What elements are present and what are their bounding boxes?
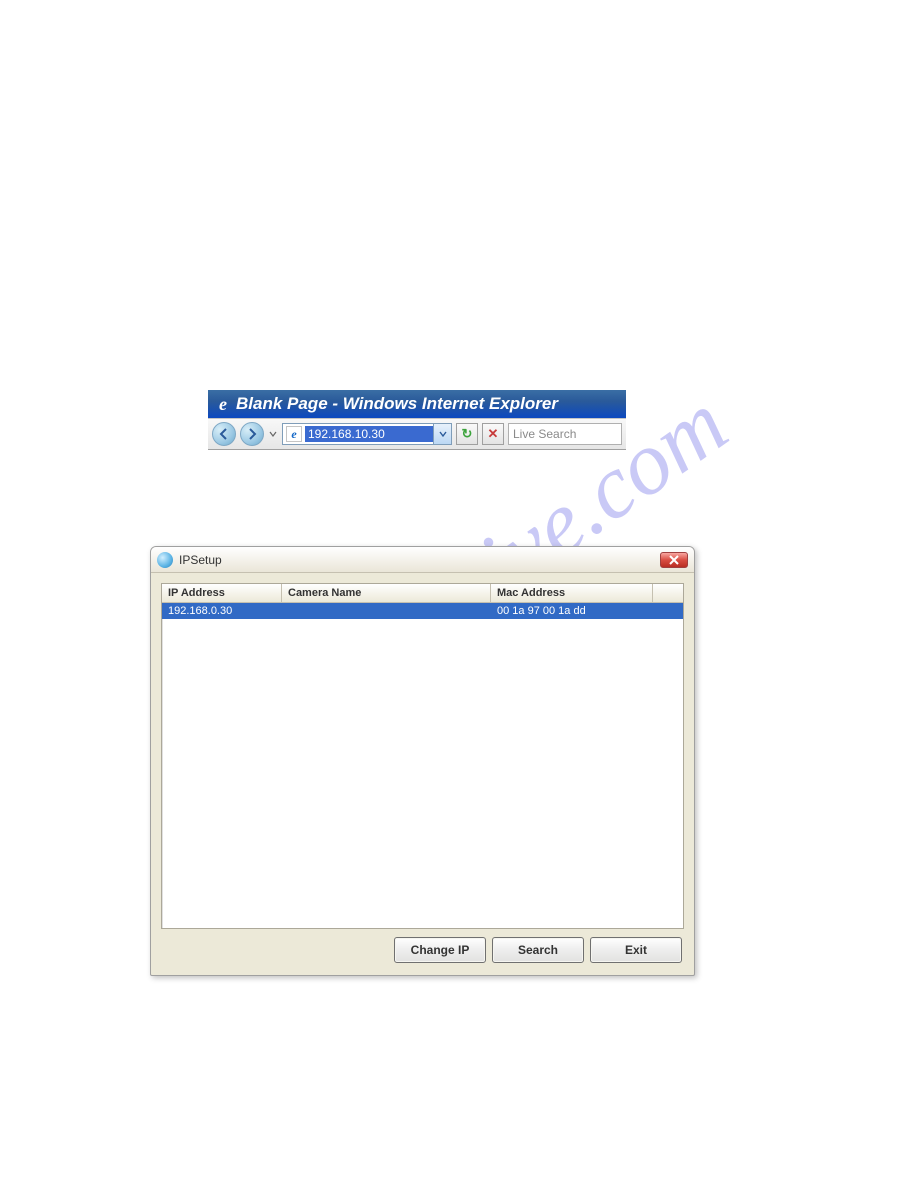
col-header-ip[interactable]: IP Address <box>162 584 282 602</box>
chevron-down-icon <box>439 430 447 438</box>
cell-ip: 192.168.0.30 <box>162 603 282 619</box>
address-dropdown[interactable] <box>433 424 451 444</box>
ie-toolbar: e 192.168.10.30 ↻ ✕ Live Search <box>208 418 626 450</box>
ipsetup-titlebar[interactable]: IPSetup <box>151 547 694 573</box>
search-box[interactable]: Live Search <box>508 423 622 445</box>
stop-button[interactable]: ✕ <box>482 423 504 445</box>
col-header-mac[interactable]: Mac Address <box>491 584 653 602</box>
col-header-name[interactable]: Camera Name <box>282 584 491 602</box>
arrow-right-icon <box>246 428 258 440</box>
ipsetup-window: IPSetup IP Address Camera Name Mac Addre… <box>150 546 695 976</box>
nav-history-dropdown[interactable] <box>268 422 278 446</box>
back-button[interactable] <box>212 422 236 446</box>
address-value[interactable]: 192.168.10.30 <box>305 426 433 442</box>
ie-favicon-icon: e <box>286 426 302 442</box>
ipsetup-title: IPSetup <box>179 553 660 567</box>
device-list[interactable]: IP Address Camera Name Mac Address 192.1… <box>161 583 684 929</box>
cell-pad <box>653 603 683 619</box>
list-header[interactable]: IP Address Camera Name Mac Address <box>162 584 683 603</box>
change-ip-button[interactable]: Change IP <box>394 937 486 963</box>
ipsetup-app-icon <box>157 552 173 568</box>
search-placeholder: Live Search <box>513 427 576 441</box>
cell-mac: 00 1a 97 00 1a dd <box>491 603 653 619</box>
close-button[interactable] <box>660 552 688 568</box>
button-row: Change IP Search Exit <box>161 937 684 965</box>
ie-window: e Blank Page - Windows Internet Explorer… <box>208 390 626 450</box>
cell-name <box>282 603 491 619</box>
refresh-icon: ↻ <box>462 426 473 442</box>
stop-icon: ✕ <box>488 426 499 442</box>
search-button[interactable]: Search <box>492 937 584 963</box>
table-row[interactable]: 192.168.0.30 00 1a 97 00 1a dd <box>162 603 683 619</box>
list-body: 192.168.0.30 00 1a 97 00 1a dd <box>162 603 683 928</box>
refresh-button[interactable]: ↻ <box>456 423 478 445</box>
col-header-pad <box>653 584 683 602</box>
ipsetup-body: IP Address Camera Name Mac Address 192.1… <box>151 573 694 975</box>
arrow-left-icon <box>218 428 230 440</box>
ie-title: Blank Page - Windows Internet Explorer <box>236 394 558 414</box>
ie-logo-icon: e <box>214 395 232 413</box>
address-bar[interactable]: e 192.168.10.30 <box>282 423 452 445</box>
chevron-down-icon <box>269 430 277 438</box>
ie-titlebar[interactable]: e Blank Page - Windows Internet Explorer <box>208 390 626 418</box>
exit-button[interactable]: Exit <box>590 937 682 963</box>
close-icon <box>669 555 679 565</box>
forward-button[interactable] <box>240 422 264 446</box>
